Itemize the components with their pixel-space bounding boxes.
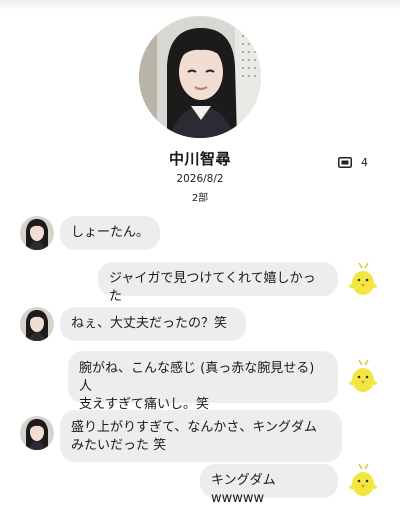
message-count-value: 4 [361, 155, 368, 169]
message-bubble-member: ねぇ、大丈夫だったの？笑 [60, 307, 246, 341]
yellow-chick-sticker-icon: · [346, 262, 380, 298]
profile-subtitle: 2部 [191, 193, 209, 204]
message-bubble-member: しょーたん。 [60, 216, 160, 250]
top-edge-shade [0, 0, 400, 10]
message-count: 4 [338, 155, 368, 169]
message-bubble-member: 盛り上がりすぎて、なんかさ、キングダム みたいだった 笑 [60, 410, 342, 462]
member-avatar[interactable] [20, 307, 54, 341]
yellow-chick-sticker-icon [346, 359, 380, 395]
member-avatar[interactable] [20, 216, 54, 250]
profile-date: 2026/8/2 [176, 173, 224, 185]
message-bubble-user: ジャイガで見つけてくれて嬉しかった [98, 262, 338, 304]
member-avatar[interactable] [20, 416, 54, 450]
svg-text:·: · [373, 271, 375, 277]
message-box-icon [338, 156, 352, 168]
message-bubble-user: 腕がね、こんな感じ (真っ赤な腕見せる) 人 支えすぎて痛いし。笑 [68, 351, 338, 412]
message-bubble-user: キングダム wwwww [200, 464, 338, 506]
profile-avatar[interactable] [139, 16, 261, 138]
yellow-chick-sticker-icon [346, 463, 380, 499]
